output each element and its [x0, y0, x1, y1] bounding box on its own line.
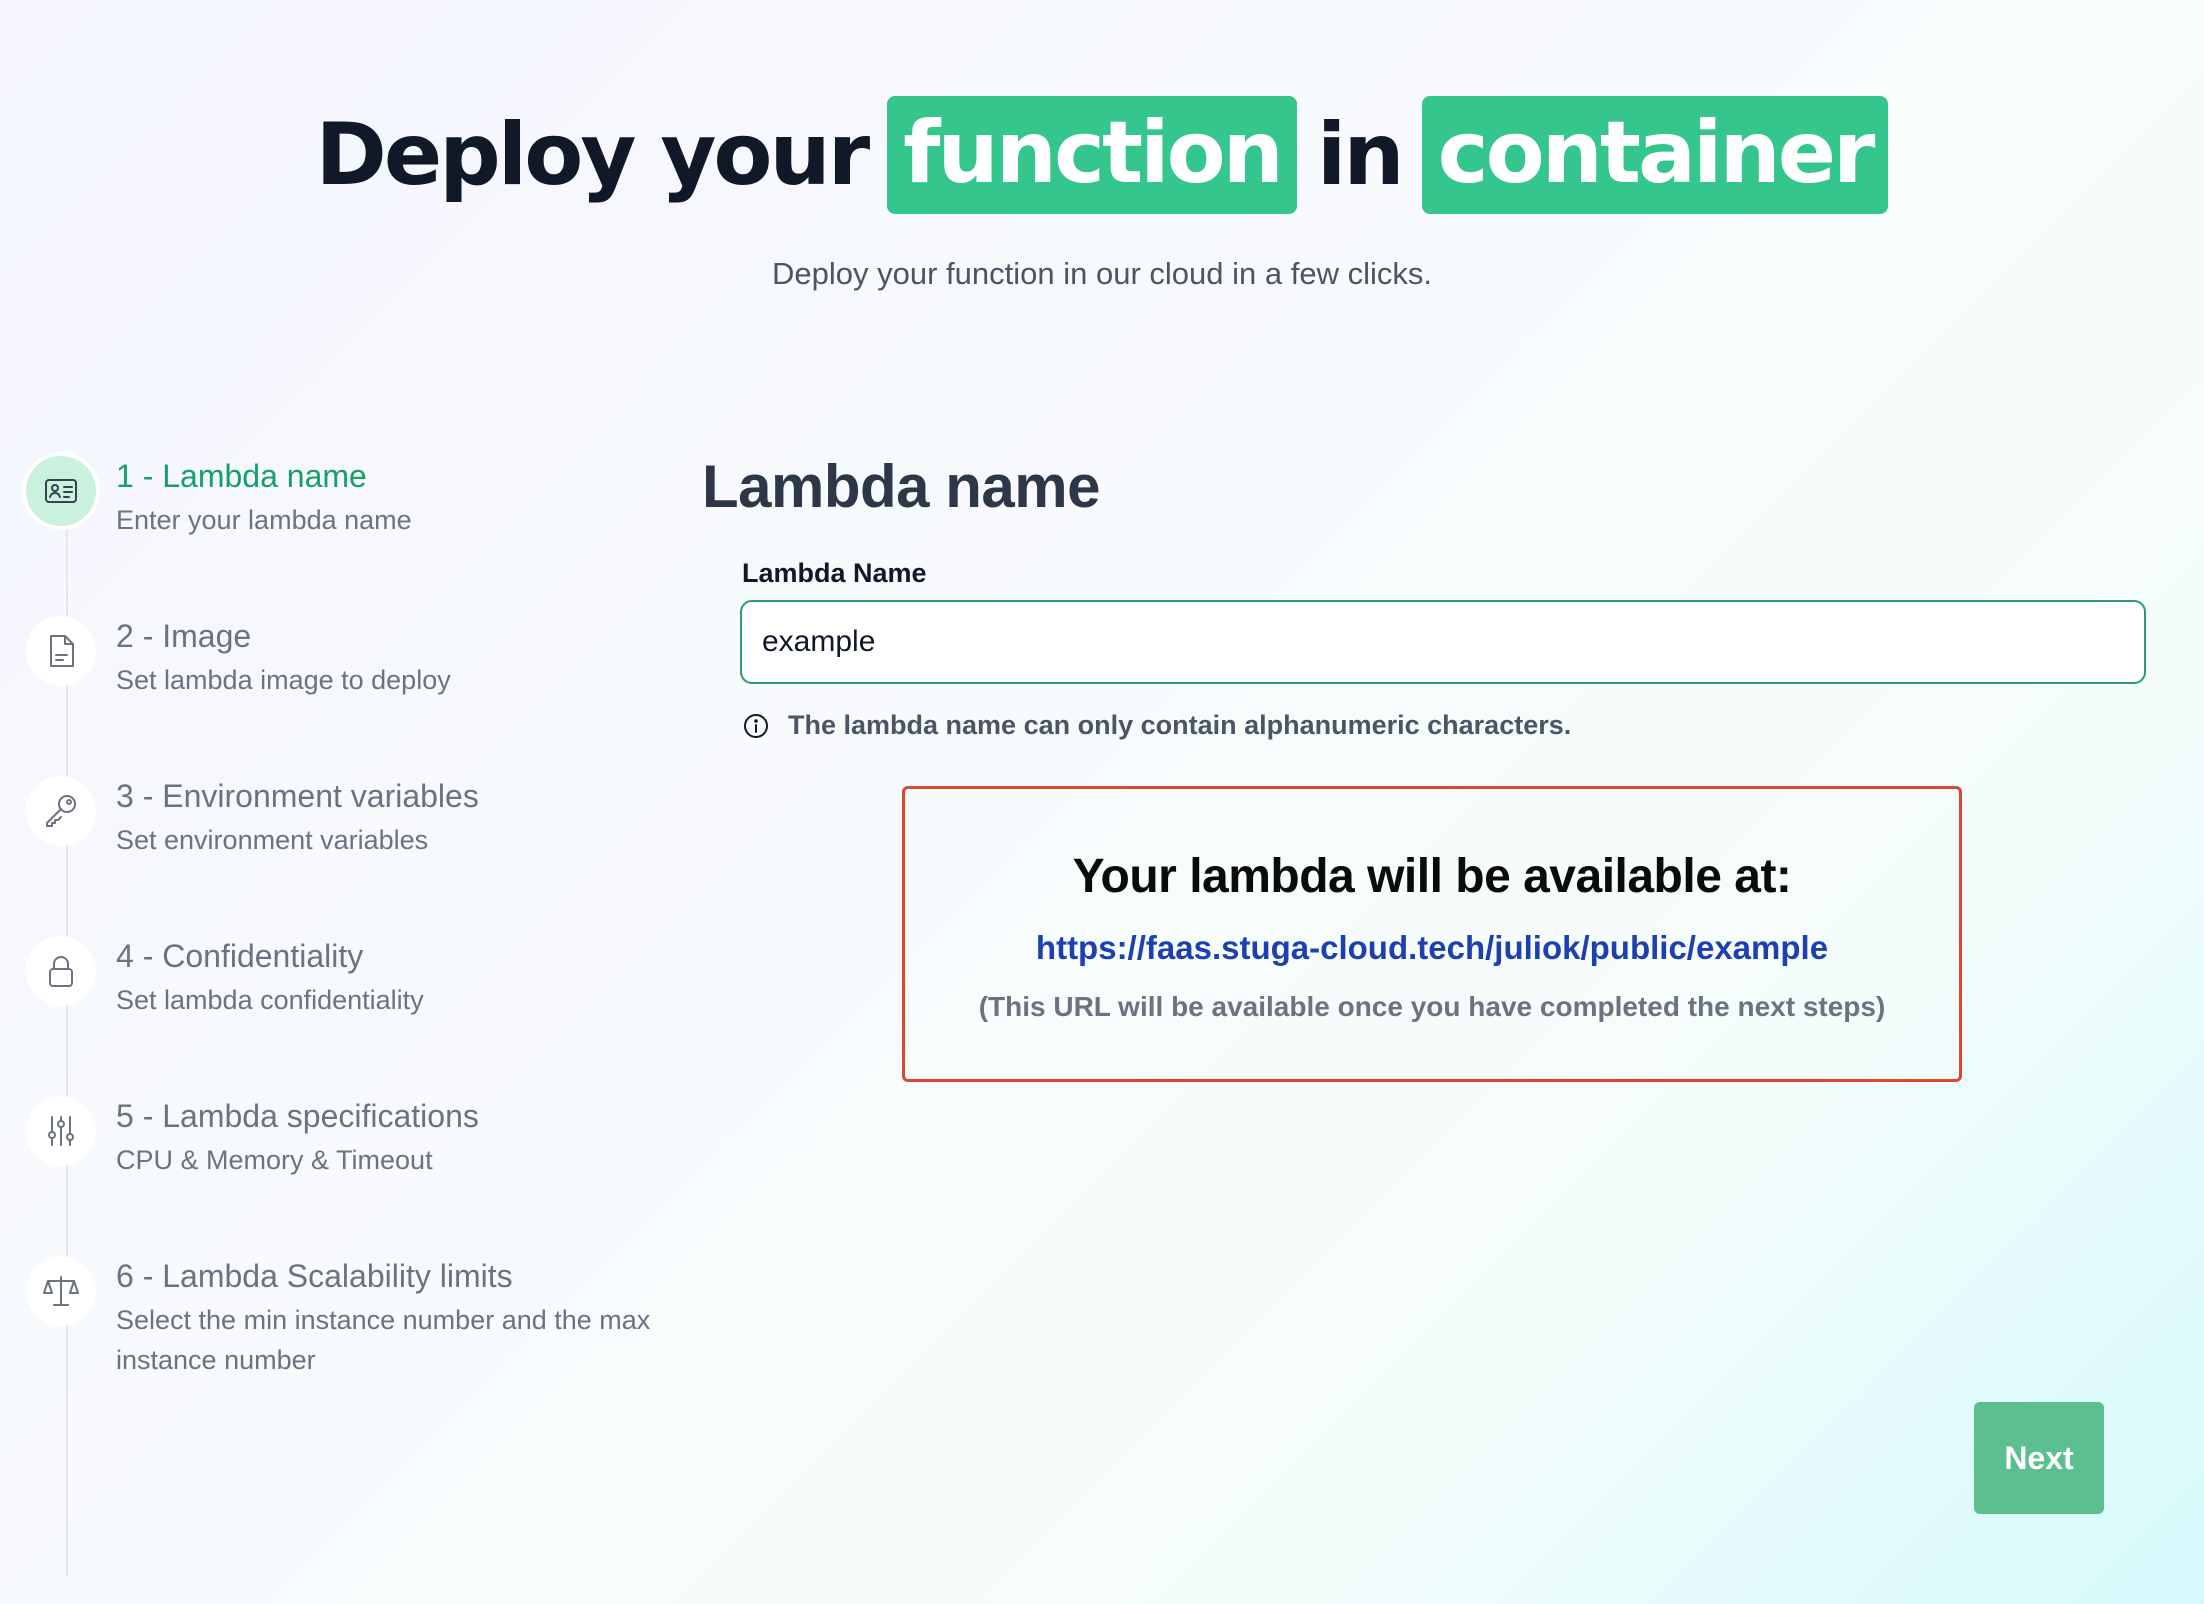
sliders-icon	[26, 1096, 96, 1166]
step-title: 1 - Lambda name	[116, 458, 367, 494]
title-text-in: in	[1316, 105, 1405, 205]
step-title: 5 - Lambda specifications	[116, 1098, 479, 1134]
step-title: 3 - Environment variables	[116, 778, 479, 814]
lambda-name-input[interactable]	[740, 600, 2146, 684]
availability-title: Your lambda will be available at:	[1072, 850, 1792, 903]
step-environment-variables[interactable]: 3 - Environment variables Set environmen…	[26, 770, 666, 910]
step-description: Select the min instance number and the m…	[116, 1305, 651, 1375]
key-icon	[26, 776, 96, 846]
step-image[interactable]: 2 - Image Set lambda image to deploy	[26, 610, 666, 750]
step-title: 6 - Lambda Scalability limits	[116, 1258, 513, 1294]
step-lambda-specifications[interactable]: 5 - Lambda specifications CPU & Memory &…	[26, 1090, 666, 1230]
page-title: Deploy your function in container	[0, 96, 2204, 214]
step-description: Enter your lambda name	[116, 505, 412, 535]
scale-icon	[26, 1256, 96, 1326]
lambda-name-label: Lambda Name	[742, 558, 927, 588]
section-title: Lambda name	[702, 453, 1100, 520]
info-icon	[744, 713, 768, 738]
step-lambda-name[interactable]: 1 - Lambda name Enter your lambda name	[26, 450, 666, 590]
lambda-name-hint: The lambda name can only contain alphanu…	[742, 710, 1571, 741]
file-icon	[26, 616, 96, 686]
step-scalability-limits[interactable]: 6 - Lambda Scalability limits Select the…	[26, 1250, 666, 1390]
step-description: Set environment variables	[116, 825, 429, 855]
availability-note: (This URL will be available once you hav…	[978, 991, 1886, 1022]
availability-box: Your lambda will be available at: https:…	[902, 786, 1962, 1082]
lock-icon	[26, 936, 96, 1006]
title-highlight-container: container	[1421, 96, 1889, 214]
step-confidentiality[interactable]: 4 - Confidentiality Set lambda confident…	[26, 930, 666, 1070]
step-title: 4 - Confidentiality	[116, 938, 364, 974]
hint-text: The lambda name can only contain alphanu…	[788, 710, 1572, 740]
lambda-url-link[interactable]: https://faas.stuga-cloud.tech/juliok/pub…	[905, 929, 1959, 967]
page-subtitle: Deploy your function in our cloud in a f…	[772, 256, 1432, 291]
next-button[interactable]: Next	[1974, 1402, 2104, 1514]
step-description: CPU & Memory & Timeout	[116, 1145, 433, 1175]
title-highlight-function: function	[887, 96, 1297, 214]
title-text-deploy: Deploy your	[315, 105, 871, 205]
id-card-icon	[26, 456, 96, 526]
step-description: Set lambda confidentiality	[116, 985, 424, 1015]
step-title: 2 - Image	[116, 618, 252, 654]
step-description: Set lambda image to deploy	[116, 665, 451, 695]
